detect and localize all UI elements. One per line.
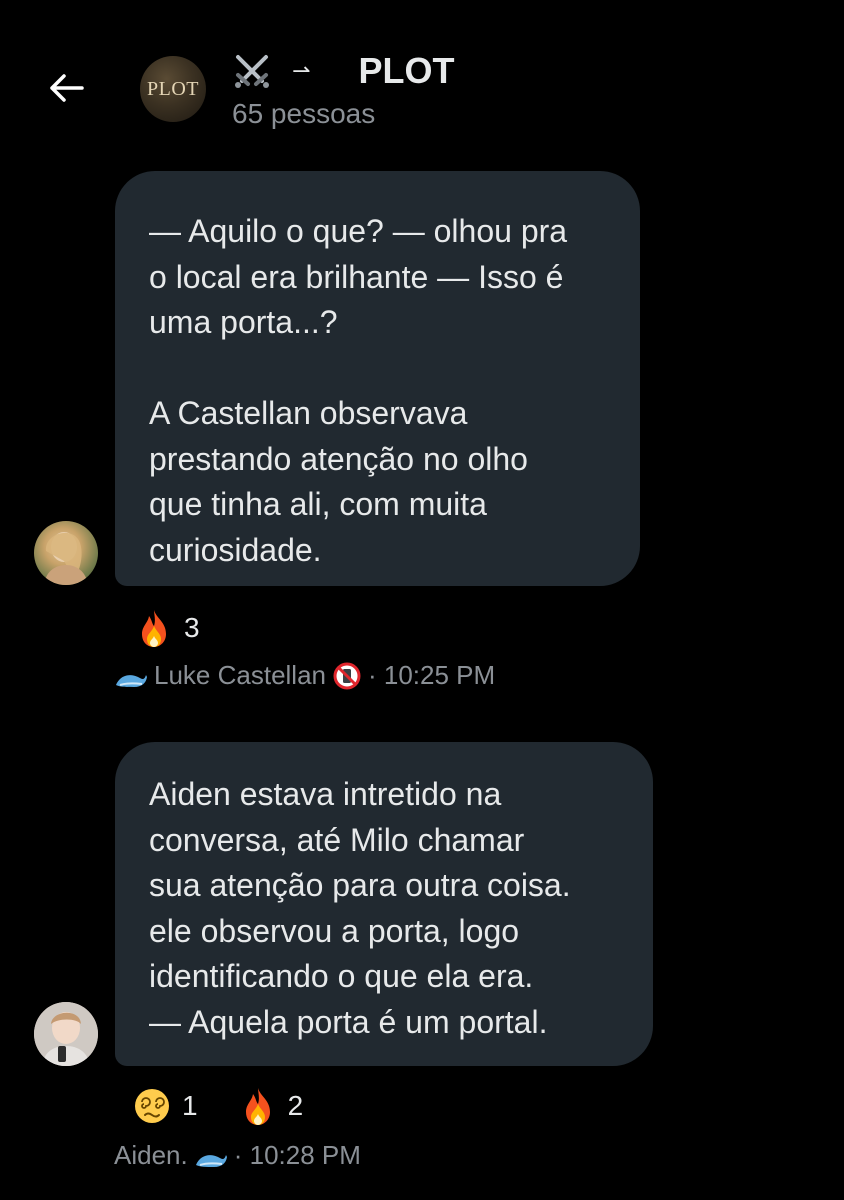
sender-avatar[interactable]: [34, 1002, 98, 1066]
message-line: uma porta...?: [149, 304, 338, 340]
message-line: o local era brilhante — Isso é: [149, 258, 564, 295]
whale-icon: [195, 1154, 227, 1167]
message-line: sua atenção para outra coisa.: [149, 867, 571, 903]
reactions-row: 1 2: [132, 1086, 343, 1126]
right-arrow-icon: ⇀: [292, 58, 311, 83]
message-line: — Aquilo o que? — olhou pra: [149, 213, 568, 249]
sender-name[interactable]: Aiden.: [114, 1140, 188, 1171]
message-time: · 10:28 PM: [233, 1140, 361, 1170]
message-line: identificando o que ela era.: [149, 958, 534, 994]
sender-name[interactable]: Luke Castellan: [154, 660, 326, 691]
group-avatar-text: PLOT: [147, 77, 199, 100]
message-meta: Luke Castellan · 10:25 PM: [114, 660, 495, 691]
chat-header: PLOT ⇀ PLOT 65 pessoas: [0, 0, 844, 150]
reaction-count: 3: [184, 612, 200, 643]
fire-icon: [142, 610, 166, 647]
no-mobile-phones-icon: [333, 662, 361, 689]
message-line: [149, 346, 612, 392]
message-meta: Aiden. · 10:28 PM: [114, 1140, 361, 1171]
sender-avatar[interactable]: [34, 521, 98, 585]
message-bubble[interactable]: — Aquilo o que? — olhou pra o local era …: [115, 171, 640, 586]
reaction-dizzy-face[interactable]: 1: [132, 1086, 198, 1126]
reaction-fire[interactable]: 2: [238, 1086, 304, 1126]
crossed-swords-icon: [235, 55, 269, 88]
message-line: Aiden estava intretido na: [149, 776, 502, 812]
message-line: prestando atenção no olho: [149, 440, 528, 477]
group-title-row[interactable]: ⇀ PLOT: [232, 50, 454, 92]
message-line: A Castellan observava: [149, 395, 468, 431]
message-line: curiosidade.: [149, 531, 322, 568]
reaction-count: 2: [287, 1090, 304, 1121]
message-line: — Aquela porta é um portal.: [149, 1003, 548, 1040]
avatar-photo: [44, 532, 88, 585]
whale-icon: [116, 674, 147, 687]
reaction-fire[interactable]: 3: [134, 608, 200, 648]
member-count[interactable]: 65 pessoas: [232, 98, 375, 130]
reactions-row: 3: [134, 608, 240, 648]
message-bubble[interactable]: Aiden estava intretido na conversa, até …: [115, 742, 653, 1066]
message-time: · 10:25 PM: [368, 660, 496, 690]
message-line: conversa, até Milo chamar: [149, 821, 525, 858]
back-button[interactable]: [44, 66, 88, 110]
avatar-photo: [34, 1002, 98, 1066]
dizzy-face-icon: [135, 1089, 169, 1123]
message-line: que tinha ali, com muita: [149, 486, 487, 522]
group-avatar[interactable]: PLOT: [140, 56, 206, 122]
group-title: PLOT: [358, 50, 455, 91]
back-arrow-icon: [50, 74, 84, 102]
reaction-count: 1: [182, 1090, 198, 1121]
fire-icon: [245, 1088, 270, 1125]
message-line: ele observou a porta, logo: [149, 912, 520, 949]
